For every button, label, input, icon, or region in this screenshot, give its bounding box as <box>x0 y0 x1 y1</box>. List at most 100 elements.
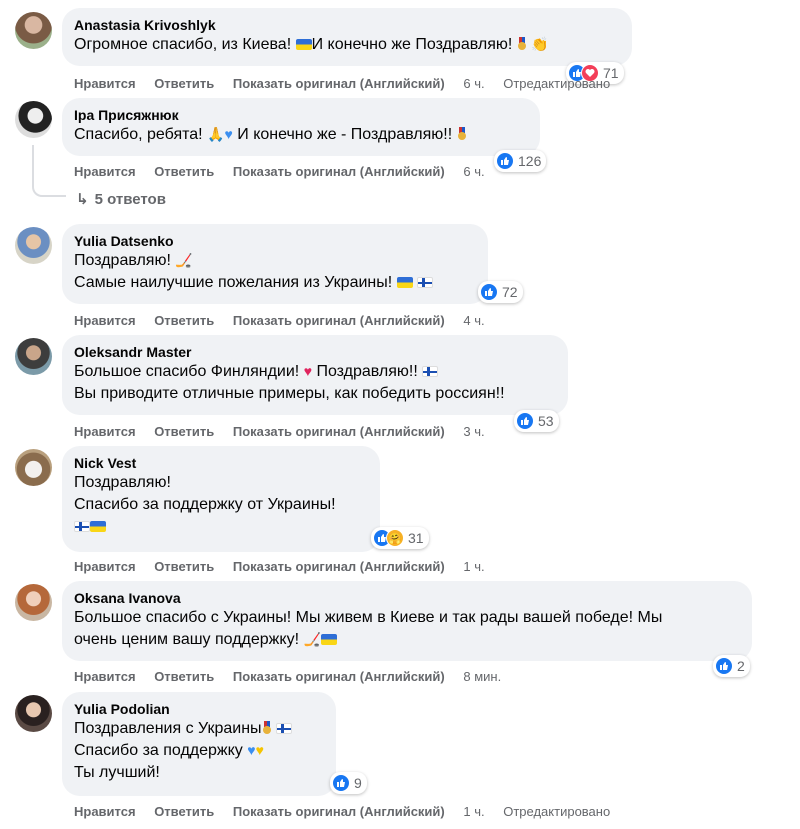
comment-bubble: Yulia Datsenko Поздравляю! 🏒 Самые наилу… <box>62 224 488 304</box>
show-original-button[interactable]: Показать оригинал (Английский) <box>233 559 445 574</box>
comment-time[interactable]: 8 мин. <box>463 669 501 684</box>
comment-text: очень ценим вашу поддержку! 🏒 <box>74 629 740 651</box>
comment-time[interactable]: 6 ч. <box>463 76 484 91</box>
reply-button[interactable]: Ответить <box>154 804 214 819</box>
like-button[interactable]: Нравится <box>74 804 136 819</box>
comment-bubble: Oleksandr Master Большое спасибо Финлянд… <box>62 335 568 415</box>
like-button[interactable]: Нравится <box>74 76 136 91</box>
comment-time[interactable]: 1 ч. <box>463 559 484 574</box>
ukraine-flag-icon <box>295 39 312 50</box>
medal-icon <box>457 127 467 141</box>
ukraine-flag-icon <box>90 521 106 532</box>
show-original-button[interactable]: Показать оригинал (Английский) <box>233 313 445 328</box>
comment-text <box>74 516 368 538</box>
comment-author[interactable]: Oksana Ivanova <box>74 589 740 607</box>
reply-button[interactable]: Ответить <box>154 424 214 439</box>
thumbs-up-icon <box>332 774 350 792</box>
comment-author[interactable]: Oleksandr Master <box>74 343 556 361</box>
avatar[interactable] <box>15 12 52 49</box>
show-original-button[interactable]: Показать оригинал (Английский) <box>233 669 445 684</box>
reaction-summary[interactable]: 72 <box>478 281 523 303</box>
reply-button[interactable]: Ответить <box>154 559 214 574</box>
reaction-count: 2 <box>737 658 745 674</box>
comment-bubble: Anastasia Krivoshlyk Огромное спасибо, и… <box>62 8 632 66</box>
comment-author[interactable]: Nick Vest <box>74 454 368 472</box>
show-original-button[interactable]: Показать оригинал (Английский) <box>233 164 445 179</box>
comment-text: Вы приводите отличные примеры, как побед… <box>74 385 505 402</box>
comment-time[interactable]: 4 ч. <box>463 313 484 328</box>
avatar[interactable] <box>15 338 52 375</box>
reaction-summary[interactable]: 53 <box>514 410 559 432</box>
avatar[interactable] <box>15 101 52 138</box>
show-original-button[interactable]: Показать оригинал (Английский) <box>233 804 445 819</box>
like-button[interactable]: Нравится <box>74 559 136 574</box>
hockey-stick-icon: 🏒 <box>175 252 193 268</box>
medal-icon <box>262 721 272 735</box>
comment-text: Спасибо за поддержку ♥♥ <box>74 742 264 759</box>
reply-button[interactable]: Ответить <box>154 76 214 91</box>
comment-text: Самые наилучшие пожелания из Украины! <box>74 272 476 294</box>
comment-text: Большое спасибо Финляндии! ♥ Поздравляю!… <box>74 361 556 383</box>
comment-actions: Нравится Ответить Показать оригинал (Анг… <box>74 804 625 819</box>
comment-actions: Нравится Ответить Показать оригинал (Анг… <box>74 313 500 328</box>
comment-actions: Нравится Ответить Показать оригинал (Анг… <box>74 76 625 91</box>
comment-actions: Нравится Ответить Показать оригинал (Анг… <box>74 559 500 574</box>
comment-text: Поздравляю! <box>74 474 171 491</box>
comment-time[interactable]: 6 ч. <box>463 164 484 179</box>
comment-bubble: Oksana Ivanova Большое спасибо с Украины… <box>62 581 752 661</box>
like-button[interactable]: Нравится <box>74 313 136 328</box>
edited-label: Отредактировано <box>503 76 611 91</box>
show-original-button[interactable]: Показать оригинал (Английский) <box>233 424 445 439</box>
comment-time[interactable]: 1 ч. <box>463 804 484 819</box>
comment-text: Поздравления с Украины <box>74 718 324 740</box>
reaction-count: 31 <box>408 530 424 546</box>
praying-hands-icon: 🙏 <box>207 126 225 142</box>
like-button[interactable]: Нравится <box>74 424 136 439</box>
thumbs-up-icon <box>516 412 534 430</box>
like-button[interactable]: Нравится <box>74 669 136 684</box>
clapping-hands-icon: 👏 <box>531 36 549 52</box>
replies-count-label: 5 ответов <box>94 191 166 208</box>
finland-flag-icon <box>417 277 434 288</box>
comment-author[interactable]: Yulia Podolian <box>74 700 324 718</box>
reaction-summary[interactable]: 2 <box>713 655 750 677</box>
comment-text: Большое спасибо с Украины! Мы живем в Ки… <box>74 609 663 626</box>
blue-heart-icon: ♥ <box>247 742 256 758</box>
reaction-summary[interactable]: 🤗 31 <box>371 527 429 549</box>
thumbs-up-icon <box>715 657 733 675</box>
ukraine-flag-icon <box>396 277 413 288</box>
reaction-count: 53 <box>538 413 554 429</box>
finland-flag-icon <box>74 521 90 532</box>
edited-label: Отредактировано <box>503 804 611 819</box>
show-original-button[interactable]: Показать оригинал (Английский) <box>233 76 445 91</box>
comment-text: Спасибо за поддержку от Украины! <box>74 496 336 513</box>
avatar[interactable] <box>15 227 52 264</box>
reaction-summary[interactable]: 9 <box>330 772 367 794</box>
comment-author[interactable]: Anastasia Krivoshlyk <box>74 16 620 34</box>
comment-actions: Нравится Ответить Показать оригинал (Анг… <box>74 424 500 439</box>
reaction-count: 126 <box>518 153 542 169</box>
view-replies-link[interactable]: ↳ 5 ответов <box>76 190 166 208</box>
avatar[interactable] <box>15 584 52 621</box>
avatar[interactable] <box>15 695 52 732</box>
care-icon: 🤗 <box>386 529 404 547</box>
comment-author[interactable]: Yulia Datsenko <box>74 232 476 250</box>
comment-actions: Нравится Ответить Показать оригинал (Анг… <box>74 164 500 179</box>
comment-author[interactable]: Ipa Присяжнюк <box>74 106 528 124</box>
reply-button[interactable]: Ответить <box>154 164 214 179</box>
thumbs-up-icon <box>480 283 498 301</box>
reaction-summary[interactable]: 126 <box>494 150 547 172</box>
reply-button[interactable]: Ответить <box>154 669 214 684</box>
comment-time[interactable]: 3 ч. <box>463 424 484 439</box>
like-button[interactable]: Нравится <box>74 164 136 179</box>
comment-text: Ты лучший! <box>74 764 160 781</box>
comment-bubble: Ipa Присяжнюк Спасибо, ребята! 🙏♥ И коне… <box>62 98 540 156</box>
hockey-stick-icon: 🏒 <box>303 631 321 647</box>
avatar[interactable] <box>15 449 52 486</box>
comment-text: Спасибо, ребята! 🙏♥ И конечно же - Поздр… <box>74 124 528 146</box>
reaction-count: 9 <box>354 775 362 791</box>
comment-bubble: Nick Vest Поздравляю! Спасибо за поддерж… <box>62 446 380 552</box>
reply-arrow-icon: ↳ <box>76 191 89 208</box>
reply-button[interactable]: Ответить <box>154 313 214 328</box>
medal-icon <box>517 37 527 51</box>
